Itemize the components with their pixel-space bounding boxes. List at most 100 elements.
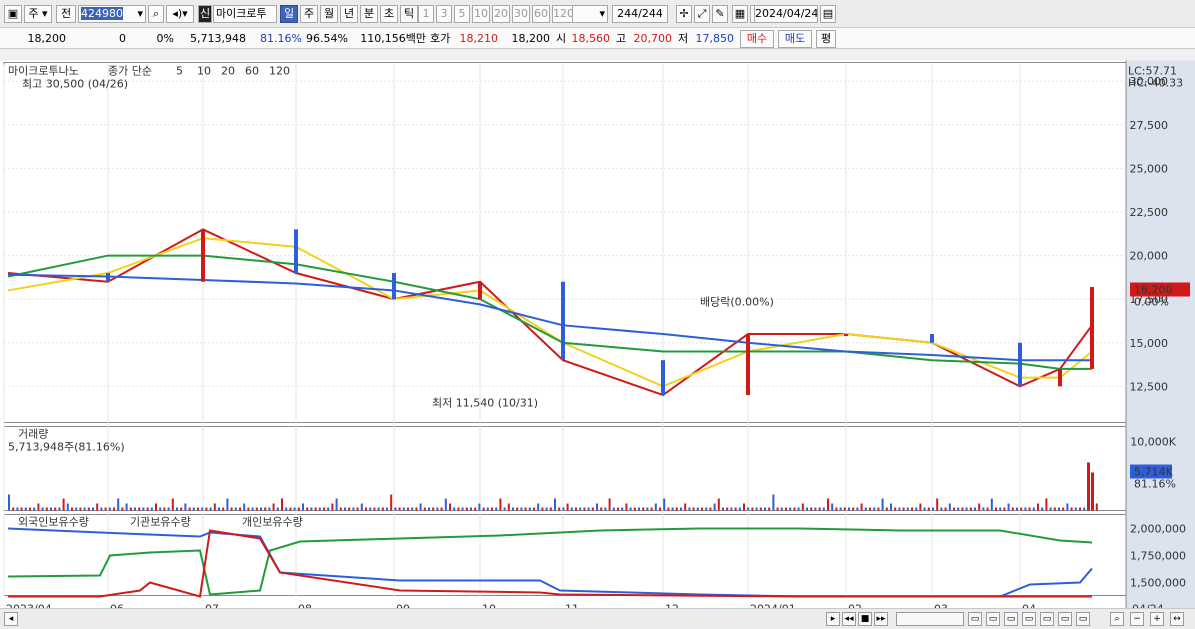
layout3-icon[interactable]: ▭	[1004, 612, 1018, 626]
forward-icon[interactable]: ▸▸	[874, 612, 888, 626]
volume-bar	[230, 507, 233, 511]
volume-bar	[54, 507, 57, 511]
volume-bar	[356, 507, 359, 511]
holding-axis-label: 2,000,000	[1130, 523, 1186, 536]
volume-bar	[579, 507, 582, 511]
volume-bar	[213, 503, 216, 511]
scroll-right-button[interactable]: ▸	[826, 612, 840, 626]
volume-bar	[381, 507, 384, 511]
count-field[interactable]: 244/244	[612, 5, 668, 23]
interval-button-0[interactable]: 1	[418, 5, 434, 23]
volume-bar	[549, 507, 552, 511]
volume-bar	[1045, 498, 1048, 511]
date-field[interactable]: 2024/04/24	[754, 5, 818, 23]
stock-code-input[interactable]: 424980 ▾	[78, 5, 146, 23]
price-candle	[478, 281, 482, 300]
interval-button-5[interactable]: 30	[512, 5, 530, 23]
period-tab-4[interactable]: 분	[360, 5, 378, 23]
volume-bar	[558, 507, 561, 511]
period-tab-3[interactable]: 년	[340, 5, 358, 23]
stop-icon[interactable]: ■	[858, 612, 872, 626]
layout6-icon[interactable]: ▭	[1058, 612, 1072, 626]
volume-bar	[41, 507, 44, 511]
price-candle	[106, 273, 110, 282]
price-candle	[294, 229, 298, 274]
minus-icon[interactable]: −	[1130, 612, 1144, 626]
volume-bar	[906, 507, 909, 511]
chevron-down-icon[interactable]: ▾	[137, 6, 145, 22]
layout7-icon[interactable]: ▭	[1076, 612, 1090, 626]
prev-button[interactable]: 전	[56, 5, 76, 23]
volume-bar	[516, 507, 519, 511]
save-icon[interactable]: ▦	[732, 5, 748, 23]
plus-icon[interactable]: +	[1150, 612, 1164, 626]
eval-button[interactable]: 평	[816, 30, 836, 48]
interval-button-1[interactable]: 3	[436, 5, 452, 23]
period-tab-1[interactable]: 주	[300, 5, 318, 23]
volume-bar	[121, 507, 124, 511]
sound-icon[interactable]: ◂)▾	[166, 5, 194, 23]
volume-bar	[1074, 507, 1077, 511]
volume-bar	[759, 507, 762, 511]
volume-bar	[314, 507, 317, 511]
zoom-out-icon[interactable]: ⌕	[1110, 612, 1124, 626]
volume-bar	[554, 498, 556, 511]
interval-select[interactable]: ▾	[572, 5, 608, 23]
volume-bar	[146, 507, 149, 511]
volume-bar	[940, 507, 943, 511]
volume-bar	[423, 507, 426, 511]
volume-bar-spike	[1087, 462, 1090, 511]
volume-bar	[768, 507, 771, 511]
volume-bar	[125, 503, 128, 511]
volume-bar	[184, 503, 187, 511]
draw-icon[interactable]: ✎	[712, 5, 728, 23]
volume-bar	[461, 507, 464, 511]
volume-bar	[29, 507, 31, 511]
volume-bar	[62, 498, 65, 511]
interval-button-6[interactable]: 60	[532, 5, 550, 23]
volume-bar	[449, 503, 451, 511]
period-tab-0[interactable]: 일	[280, 5, 298, 23]
volume-bar	[331, 503, 334, 511]
zoom-icon[interactable]: ⤢	[694, 5, 710, 23]
period-tab-6[interactable]: 틱	[400, 5, 418, 23]
current-price: 18,200	[27, 32, 67, 45]
volume-bar	[222, 507, 225, 511]
rewind-icon[interactable]: ◂◂	[842, 612, 856, 626]
volume-bar	[58, 507, 61, 511]
low-note: 최저 11,540 (10/31)	[432, 397, 538, 410]
volume-bar	[793, 507, 796, 511]
window-icon[interactable]: ▣	[4, 5, 22, 23]
volume-bar	[155, 503, 157, 511]
interval-button-3[interactable]: 10	[472, 5, 490, 23]
stock-name: 마이크로투	[213, 5, 277, 23]
volume-bar	[709, 507, 712, 511]
volume-bar	[621, 507, 624, 511]
layout-icon[interactable]: ▭	[968, 612, 982, 626]
zoom-slider[interactable]	[896, 612, 964, 626]
volume-bar	[411, 507, 414, 511]
volume-bar	[415, 507, 418, 511]
layout2-icon[interactable]: ▭	[986, 612, 1000, 626]
volume-bar	[533, 507, 535, 511]
sell-button[interactable]: 매도	[778, 30, 812, 48]
period-tab-2[interactable]: 월	[320, 5, 338, 23]
layout5-icon[interactable]: ▭	[1040, 612, 1054, 626]
calendar-icon[interactable]: ▤	[820, 5, 836, 23]
market-select[interactable]: 주 ▾	[24, 5, 52, 23]
crosshair-icon[interactable]: ✢	[676, 5, 692, 23]
volume-bar	[881, 498, 884, 511]
interval-button-4[interactable]: 20	[492, 5, 510, 23]
volume-bar	[570, 507, 573, 511]
volume-bar	[339, 507, 342, 511]
period-tab-5[interactable]: 초	[380, 5, 398, 23]
interval-button-2[interactable]: 5	[454, 5, 470, 23]
stock-chart[interactable]: 30,00027,50025,00022,50020,00017,50015,0…	[0, 50, 1195, 629]
search-icon[interactable]: ⌕	[148, 5, 164, 23]
buy-button[interactable]: 매수	[740, 30, 774, 48]
interval-button-7[interactable]: 120	[552, 5, 573, 23]
expand-icon[interactable]: ↔	[1170, 612, 1184, 626]
scroll-left-button[interactable]: ◂	[4, 612, 18, 626]
layout4-icon[interactable]: ▭	[1022, 612, 1036, 626]
volume-bar	[520, 507, 523, 511]
